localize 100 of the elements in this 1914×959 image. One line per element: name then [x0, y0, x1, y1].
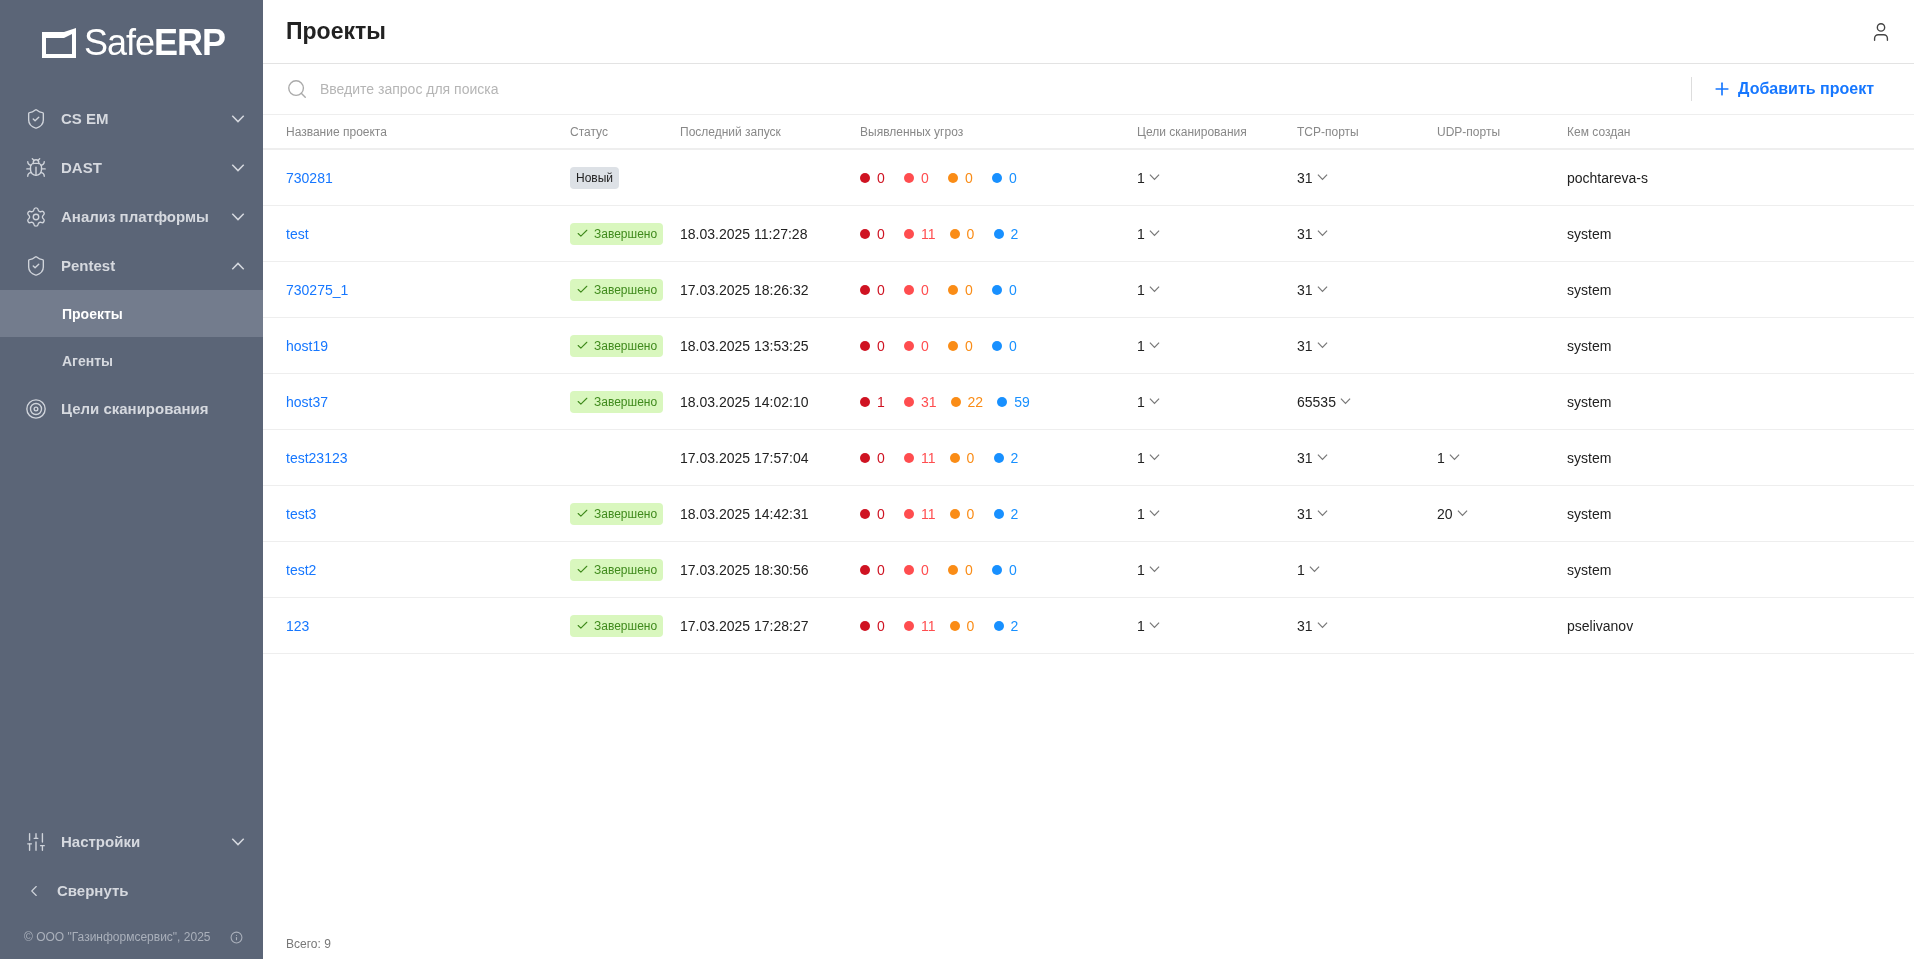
info-icon[interactable]: [230, 930, 243, 944]
total-count: Всего: 9: [286, 937, 331, 951]
sliders-icon: [25, 830, 47, 853]
threat-count: 0: [877, 225, 885, 242]
check-icon: [576, 283, 589, 296]
status-badge: Завершено: [570, 278, 664, 301]
status-badge: Завершено: [570, 558, 664, 581]
dropdown-value[interactable]: 1: [1137, 225, 1160, 242]
threat-count: 11: [921, 449, 936, 466]
project-link[interactable]: host37: [286, 393, 329, 410]
shield-icon: [25, 107, 47, 130]
chevron-icon: [1316, 342, 1328, 349]
add-project-button[interactable]: Добавить проект: [1691, 77, 1894, 101]
search-icon: [286, 78, 308, 100]
sidebar-item[interactable]: Свернуть: [0, 866, 263, 915]
threat-count: 0: [921, 561, 929, 578]
table-cell-text: 18.03.2025 14:02:10: [680, 393, 810, 410]
status-badge: Завершено: [570, 614, 664, 637]
table-cell-text: system: [1567, 225, 1613, 242]
dropdown-value[interactable]: 1: [1137, 393, 1160, 410]
table-cell-text: pochtareva-s: [1567, 169, 1649, 186]
bug-icon: [25, 156, 47, 179]
dropdown-value[interactable]: 1: [1137, 169, 1160, 186]
sidebar-item[interactable]: Анализ платформы: [0, 192, 263, 241]
threat-count: 0: [966, 449, 975, 466]
column-header: Цели сканирования: [1137, 124, 1248, 139]
project-link[interactable]: host19: [286, 337, 329, 354]
threat-count: 11: [921, 505, 936, 522]
dropdown-value[interactable]: 1: [1137, 505, 1160, 522]
chevron-icon: [1148, 566, 1160, 573]
table-cell-text: 18.03.2025 11:27:28: [680, 225, 809, 242]
dropdown-value[interactable]: 31: [1297, 225, 1328, 242]
project-link[interactable]: 730281: [286, 169, 333, 186]
dropdown-value[interactable]: 20: [1437, 505, 1468, 522]
dropdown-value[interactable]: 31: [1297, 169, 1328, 186]
chevron-icon: [1148, 230, 1160, 237]
threat-count: 0: [965, 337, 973, 354]
threat-count: 0: [965, 169, 973, 186]
project-link[interactable]: 123: [286, 617, 310, 634]
project-link[interactable]: test3: [286, 505, 317, 522]
status-badge: Новый: [570, 166, 620, 189]
dropdown-value[interactable]: 65535: [1297, 393, 1351, 410]
table-cell-text: 18.03.2025 14:42:31: [680, 505, 810, 522]
check-icon: [576, 227, 589, 240]
check-icon: [576, 395, 589, 408]
status-badge: Завершено: [570, 502, 664, 525]
threat-count: 0: [965, 281, 973, 298]
chevron-icon: [1316, 510, 1328, 517]
chevron-icon: [1148, 342, 1160, 349]
copyright-text: © ООО "Газинформсервис", 2025: [24, 930, 211, 944]
chevron-icon: [1316, 230, 1328, 237]
table-cell-text: system: [1567, 561, 1613, 578]
sidebar-item[interactable]: Pentest: [0, 241, 263, 290]
page-title: Проекты: [286, 18, 386, 45]
project-link[interactable]: test23123: [286, 449, 348, 466]
threat-count: 0: [921, 337, 929, 354]
dropdown-value[interactable]: 1: [1297, 561, 1320, 578]
sidebar-item[interactable]: DAST: [0, 143, 263, 192]
sidebar-item[interactable]: CS EM: [0, 94, 263, 143]
table-cell-text: 17.03.2025 18:26:32: [680, 281, 810, 298]
threat-count: 2: [1010, 617, 1019, 634]
table-cell-text: pselivanov: [1567, 617, 1635, 634]
dropdown-value[interactable]: 31: [1297, 449, 1328, 466]
threat-count: 0: [877, 561, 885, 578]
chevron-icon: [1456, 510, 1468, 517]
dropdown-value[interactable]: 31: [1297, 281, 1328, 298]
column-header: TCP-порты: [1297, 124, 1360, 139]
sidebar-item[interactable]: Цели сканирования: [0, 384, 263, 433]
dropdown-value[interactable]: 31: [1297, 505, 1328, 522]
threat-count: 0: [1009, 281, 1017, 298]
dropdown-value[interactable]: 1: [1137, 617, 1160, 634]
threat-count: 11: [921, 225, 936, 242]
table-cell-text: 17.03.2025 17:28:27: [680, 617, 810, 634]
dropdown-value[interactable]: 1: [1437, 449, 1460, 466]
threat-count: 0: [921, 281, 929, 298]
chevron-icon: [231, 114, 245, 123]
threat-count: 0: [1009, 337, 1017, 354]
table-cell-text: system: [1567, 281, 1613, 298]
chevron-icon: [231, 261, 245, 270]
threat-count: 0: [877, 449, 885, 466]
sidebar-subitem[interactable]: Агенты: [0, 337, 263, 384]
dropdown-value[interactable]: 31: [1297, 617, 1328, 634]
dropdown-value[interactable]: 31: [1297, 337, 1328, 354]
chevron-icon: [1316, 454, 1328, 461]
sidebar-item[interactable]: Настройки: [0, 817, 263, 866]
project-link[interactable]: test: [286, 225, 309, 242]
threat-count: 0: [877, 505, 885, 522]
dropdown-value[interactable]: 1: [1137, 337, 1160, 354]
dropdown-value[interactable]: 1: [1137, 281, 1160, 298]
project-link[interactable]: test2: [286, 561, 317, 578]
project-link[interactable]: 730275_1: [286, 281, 349, 298]
sidebar-subitem[interactable]: Проекты: [0, 290, 263, 337]
threat-count: 0: [966, 505, 975, 522]
dropdown-value[interactable]: 1: [1137, 561, 1160, 578]
threat-count: 0: [877, 337, 885, 354]
chevron-icon: [1316, 286, 1328, 293]
dropdown-value[interactable]: 1: [1137, 449, 1160, 466]
status-badge: Завершено: [570, 390, 664, 413]
threat-count: 0: [1009, 169, 1017, 186]
table-cell-text: 18.03.2025 13:53:25: [680, 337, 810, 354]
